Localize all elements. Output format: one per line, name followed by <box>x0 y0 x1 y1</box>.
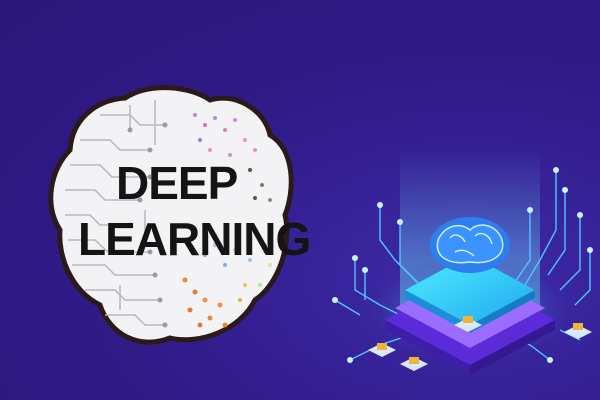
chip-brain <box>430 217 510 273</box>
ai-chip-icon <box>332 150 593 375</box>
deep-learning-illustration: DEEP LEARNING <box>0 0 600 400</box>
